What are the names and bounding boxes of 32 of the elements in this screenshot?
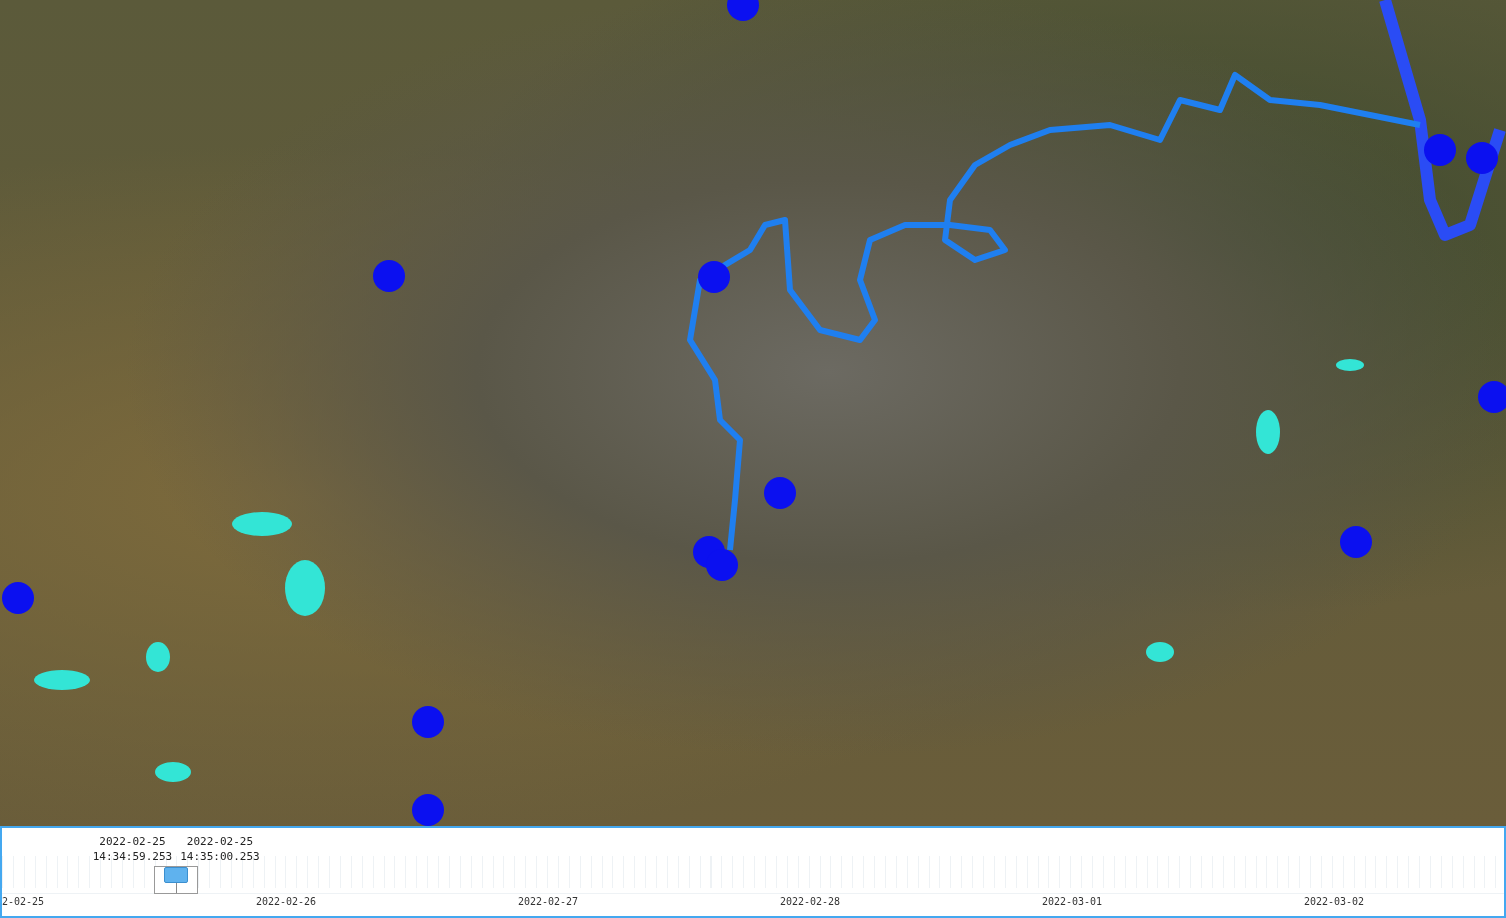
timeline-date-label: 2022-02-26 bbox=[255, 896, 317, 907]
timeline-date-label: 2022-03-02 bbox=[1303, 896, 1365, 907]
map-marker[interactable] bbox=[412, 706, 444, 738]
range-date: 2022-02-25 bbox=[186, 834, 254, 849]
satellite-map-photo[interactable] bbox=[0, 0, 1506, 826]
map-marker[interactable] bbox=[1340, 526, 1372, 558]
water-area bbox=[1146, 642, 1174, 662]
range-time: 14:34:59.253 bbox=[92, 849, 173, 864]
water-area bbox=[232, 512, 292, 536]
map-marker[interactable] bbox=[727, 0, 759, 21]
map-marker[interactable] bbox=[373, 260, 405, 292]
water-area bbox=[146, 642, 170, 672]
timeline-date-label: 2022-02-27 bbox=[517, 896, 579, 907]
map-marker[interactable] bbox=[1478, 381, 1506, 413]
map-marker[interactable] bbox=[2, 582, 34, 614]
water-area bbox=[1336, 359, 1364, 371]
water-area bbox=[285, 560, 325, 616]
timeline-date-label: 2022-03-01 bbox=[1041, 896, 1103, 907]
map-marker[interactable] bbox=[412, 794, 444, 826]
water-area bbox=[155, 762, 191, 782]
range-date: 2022-02-25 bbox=[99, 834, 166, 849]
water-area bbox=[1256, 410, 1280, 454]
timeline-date-label: 2-02-25 bbox=[2, 896, 45, 907]
timeline-date-label: 2022-02-28 bbox=[779, 896, 841, 907]
timeline-slider-handle[interactable] bbox=[154, 866, 199, 894]
water-area bbox=[34, 670, 90, 690]
map-marker[interactable] bbox=[764, 477, 796, 509]
range-time: 14:35:00.253 bbox=[180, 849, 260, 864]
map-marker[interactable] bbox=[706, 549, 738, 581]
map-marker[interactable] bbox=[1466, 142, 1498, 174]
map-marker[interactable] bbox=[1424, 134, 1456, 166]
map-marker[interactable] bbox=[698, 261, 730, 293]
